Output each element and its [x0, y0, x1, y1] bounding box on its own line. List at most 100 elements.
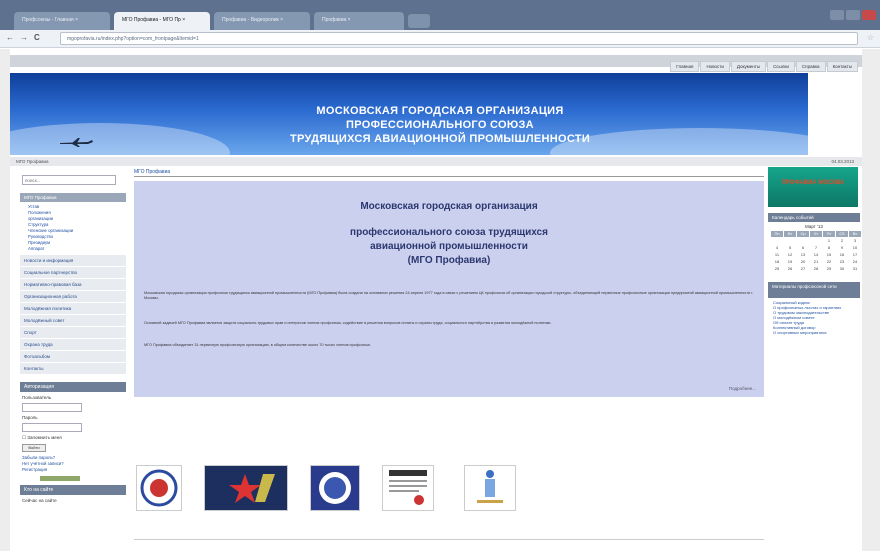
browser-tab-3[interactable]: Профавиа - Видеоролик × [214, 12, 310, 30]
partner-logo-4[interactable] [382, 465, 434, 511]
whos-online-text: Сейчас на сайте [22, 498, 57, 503]
sidebar-item-contacts[interactable]: Контакты [20, 362, 126, 374]
login-button[interactable]: Войти [22, 444, 46, 452]
calendar-day[interactable]: 23 [836, 259, 848, 265]
calendar-day[interactable]: 25 [771, 266, 783, 272]
close-window-button[interactable] [862, 10, 876, 20]
calendar-day[interactable]: 13 [797, 252, 809, 258]
sidebar-item-org-work[interactable]: Организационная работа [20, 290, 126, 302]
org-title-line-2: профессионального союза трудящихся [350, 227, 548, 238]
remember-me[interactable]: ☐ Запомнить меня [22, 435, 124, 441]
new-tab-button[interactable] [408, 14, 430, 28]
top-menu-home[interactable]: Главная [670, 61, 700, 72]
news-item[interactable]: О спортивных мероприятиях [773, 330, 855, 335]
browser-tab-1[interactable]: Профсоюзы - Главная × [14, 12, 110, 30]
sidebar-item-youth-policy[interactable]: Молодёжная политика [20, 302, 126, 314]
calendar-day[interactable]: 6 [797, 245, 809, 251]
calendar-day[interactable]: 11 [771, 252, 783, 258]
password-field[interactable] [22, 423, 82, 432]
partner-logo-2[interactable] [204, 465, 288, 511]
calendar-day[interactable]: 14 [810, 252, 822, 258]
banner-line-2: ПРОФЕССИОНАЛЬНОГО СОЮЗА [346, 119, 534, 131]
site-breadcrumb[interactable]: МГО Профавиа [16, 159, 49, 164]
calendar-day[interactable]: 18 [771, 259, 783, 265]
star-emblem-icon [229, 474, 275, 503]
calendar-day[interactable]: 26 [784, 266, 796, 272]
username-label: Пользователь [22, 395, 52, 400]
calendar-day[interactable]: 4 [771, 245, 783, 251]
news-list: Социальный кодекс О профсоюзных льготах … [768, 298, 860, 337]
username-field[interactable] [22, 403, 82, 412]
sidebar-item-photo[interactable]: Фотоальбом [20, 350, 126, 362]
calendar-day[interactable]: 24 [849, 259, 861, 265]
intro-paragraph-1: Московская городская организация профсою… [144, 291, 754, 300]
sidebar-item-news[interactable]: Новости и информация [20, 254, 126, 266]
top-menu-docs[interactable]: Документы [730, 61, 767, 72]
calendar-day[interactable]: 17 [849, 252, 861, 258]
sidebar-menu-head[interactable]: МГО Профавиа [20, 193, 126, 202]
whos-online-head: Кто на сайте [20, 485, 126, 495]
calendar-head: Календарь событий [768, 213, 860, 222]
minimize-button[interactable] [830, 10, 844, 20]
calendar-day[interactable]: 7 [810, 245, 822, 251]
calendar-day[interactable]: 3 [849, 238, 861, 244]
calendar-day[interactable]: 28 [810, 266, 822, 272]
top-menu-links[interactable]: Ссылки [767, 61, 795, 72]
maximize-button[interactable] [846, 10, 860, 20]
forward-icon[interactable]: → [20, 33, 28, 42]
reload-icon[interactable]: C [34, 33, 40, 42]
circle-emblem-icon [140, 469, 178, 507]
calendar-day[interactable]: 31 [849, 266, 861, 272]
sidebar-item-youth-council[interactable]: Молодёжный совет [20, 314, 126, 326]
sidebar-submenu: Устав Положения организации Структура Чл… [20, 202, 126, 254]
address-bar[interactable]: mgoprofavia.ru/index.php?option=com_fron… [60, 32, 858, 45]
calendar-day[interactable]: 20 [797, 259, 809, 265]
partner-logo-5[interactable] [464, 465, 516, 511]
right-sidebar: ПРОФАВИА МОСКВА Календарь событий Март '… [768, 167, 861, 337]
promo-banner[interactable]: ПРОФАВИА МОСКВА [768, 167, 858, 207]
calendar-day[interactable]: 9 [836, 245, 848, 251]
sidebar-item-legal[interactable]: Нормативно-правовая база [20, 278, 126, 290]
calendar-day[interactable]: 27 [797, 266, 809, 272]
news-head: Материалы профсоюзной сети [768, 282, 860, 298]
sidebar-item-partnership[interactable]: Социальное партнерство [20, 266, 126, 278]
partner-logo-3[interactable] [310, 465, 360, 511]
calendar-day[interactable]: 10 [849, 245, 861, 251]
read-more-link[interactable]: Подробнее... [729, 386, 756, 391]
top-menu: Главная Новости Документы Ссылки Справка… [670, 61, 858, 72]
calendar-day[interactable]: 21 [810, 259, 822, 265]
calendar-day [784, 238, 796, 244]
bookmark-star-icon[interactable]: ☆ [867, 33, 874, 42]
back-icon[interactable]: ← [6, 33, 14, 42]
banner-line-3: ТРУДЯЩИХСЯ АВИАЦИОННОЙ ПРОМЫШЛЕННОСТИ [289, 133, 591, 145]
partner-logos [134, 465, 764, 523]
calendar-day[interactable]: 5 [784, 245, 796, 251]
no-account-link[interactable]: Нет учётной записи? [22, 461, 124, 466]
banner-line-1: МОСКОВСКАЯ ГОРОДСКАЯ ОРГАНИЗАЦИЯ [316, 105, 564, 117]
calendar-day[interactable]: 2 [836, 238, 848, 244]
calendar-day[interactable]: 1 [823, 238, 835, 244]
calendar-day[interactable]: 30 [836, 266, 848, 272]
top-menu-contacts[interactable]: Контакты [826, 61, 858, 72]
forgot-password-link[interactable]: Забыли пароль? [22, 455, 124, 460]
calendar-day[interactable]: 29 [823, 266, 835, 272]
search-input[interactable] [22, 175, 116, 185]
calendar-day[interactable]: 15 [823, 252, 835, 258]
calendar-weekday: Чт [810, 231, 822, 237]
sidebar-item-sport[interactable]: Спорт [20, 326, 126, 338]
submenu-item[interactable]: Аппарат [28, 246, 118, 252]
browser-tab-2[interactable]: МГО Профавиа - МГО Пр × [114, 12, 210, 30]
content-breadcrumb[interactable]: МГО Профавиа [134, 169, 764, 177]
calendar-day[interactable]: 19 [784, 259, 796, 265]
top-menu-help[interactable]: Справка [795, 61, 826, 72]
calendar-day[interactable]: 22 [823, 259, 835, 265]
partner-logo-1[interactable] [136, 465, 182, 511]
register-link[interactable]: Регистрация [22, 467, 124, 472]
browser-tab-4[interactable]: Профавиа × [314, 12, 404, 30]
calendar-day[interactable]: 16 [836, 252, 848, 258]
top-menu-news[interactable]: Новости [700, 61, 730, 72]
calendar-day[interactable]: 12 [784, 252, 796, 258]
sidebar-item-safety[interactable]: Охрана труда [20, 338, 126, 350]
calendar-day[interactable]: 8 [823, 245, 835, 251]
window-controls [830, 10, 876, 20]
